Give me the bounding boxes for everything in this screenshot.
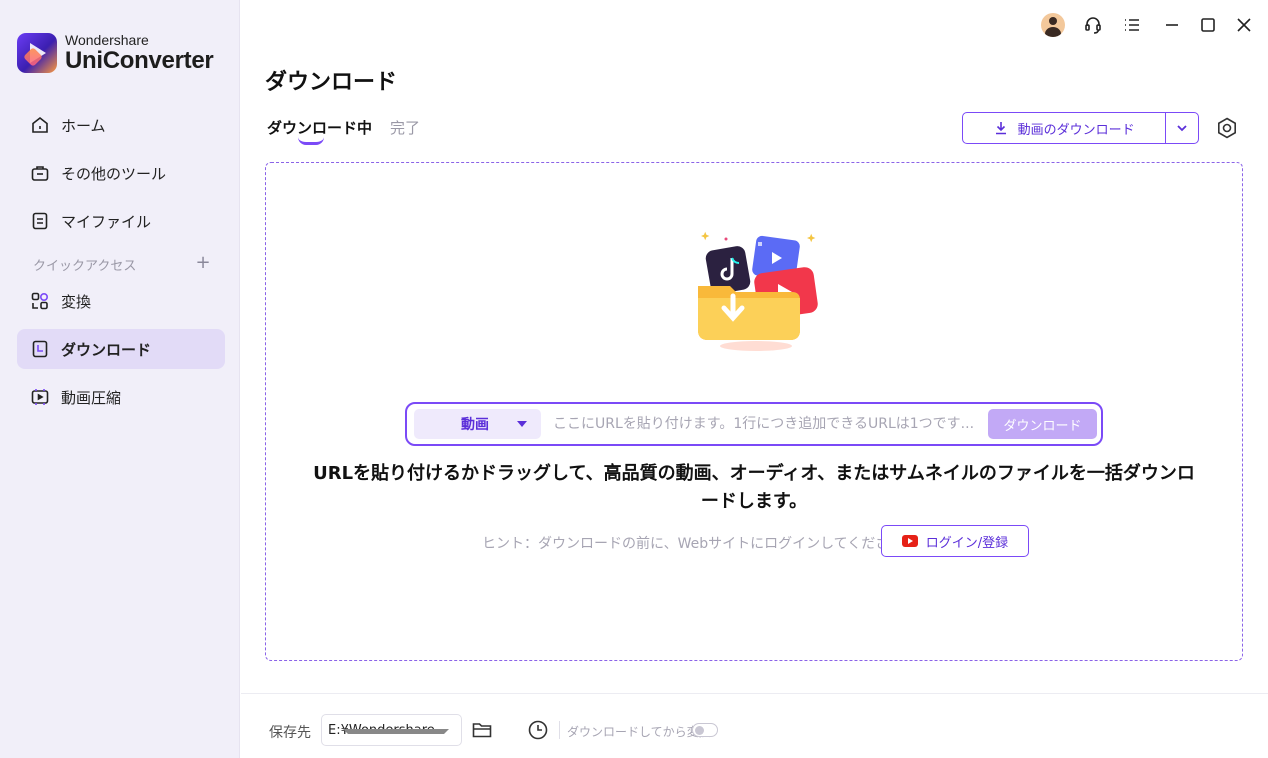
quick-access-label: クイックアクセス (33, 259, 137, 274)
sidebar-item-home[interactable]: ホーム (17, 105, 225, 145)
toolbox-icon (29, 162, 51, 184)
url-input-bar: 動画 ダウンロード (405, 402, 1103, 446)
download-options-dropdown[interactable] (1166, 113, 1198, 143)
file-icon (29, 210, 51, 232)
url-download-button[interactable]: ダウンロード (988, 409, 1097, 439)
sidebar-item-label: マイファイル (61, 212, 152, 231)
add-quick-access-button[interactable]: + (195, 252, 211, 273)
dropzone-headline: URLを貼り付けるかドラッグして、高品質の動画、オーディオ、またはサムネイルのフ… (313, 463, 1195, 512)
maximize-button[interactable] (1195, 12, 1221, 38)
chevron-down-icon (1177, 125, 1187, 132)
login-register-label: ログイン/登録 (925, 535, 1009, 551)
caret-down-icon (343, 729, 449, 734)
divider (559, 721, 560, 739)
folder-icon[interactable] (471, 719, 493, 741)
convert-after-download-toggle[interactable] (692, 723, 718, 737)
home-icon (29, 114, 51, 136)
sidebar-item-label: ダウンロード (61, 340, 152, 359)
media-type-select[interactable]: 動画 (414, 409, 541, 439)
download-icon (29, 338, 51, 360)
brand-company: Wondershare (65, 32, 149, 48)
download-arrow-icon (995, 122, 1006, 135)
menu-list-icon (1125, 19, 1139, 31)
save-location-label: 保存先 (269, 725, 311, 741)
minimize-button[interactable] (1159, 12, 1185, 38)
page-title: ダウンロード (265, 70, 398, 95)
video-download-button[interactable]: 動画のダウンロード (963, 113, 1167, 143)
sidebar-item-label: ホーム (61, 116, 106, 135)
headset-icon (1085, 17, 1101, 34)
close-icon (1237, 18, 1251, 32)
schedule-clock-icon[interactable] (527, 719, 549, 741)
maximize-icon (1201, 18, 1215, 32)
sidebar-item-label: 動画圧縮 (61, 388, 122, 407)
account-button[interactable] (1040, 12, 1066, 38)
sidebar: Wondershare UniConverter ホーム その他のツール マイフ… (0, 0, 240, 758)
uniconverter-logo-icon (17, 33, 57, 73)
tab-active-indicator (298, 137, 324, 145)
media-type-value: 動画 (461, 417, 489, 433)
youtube-icon (901, 535, 918, 547)
brand: Wondershare UniConverter (17, 32, 214, 74)
compress-icon (29, 386, 51, 408)
sidebar-item-compress[interactable]: 動画圧縮 (17, 377, 225, 417)
sidebar-item-convert[interactable]: 変換 (17, 281, 225, 321)
avatar (1041, 13, 1065, 37)
sidebar-item-download[interactable]: ダウンロード (17, 329, 225, 369)
tab-completed[interactable]: 完了 (390, 117, 420, 138)
download-illustration-icon (698, 231, 818, 351)
video-download-button-group: 動画のダウンロード (962, 112, 1199, 144)
login-register-button[interactable]: ログイン/登録 (881, 525, 1029, 557)
bottom-bar: 保存先 E:¥Wondershare UniConverter ダウンロードして… (241, 693, 1268, 758)
settings-gear-icon[interactable] (1215, 116, 1239, 140)
support-button[interactable] (1080, 12, 1106, 38)
login-hint: ヒント：ダウンロードの前に、Webサイトにログインしてください。 (482, 536, 918, 552)
convert-icon (29, 290, 51, 312)
brand-product: UniConverter (65, 47, 214, 74)
close-button[interactable] (1231, 12, 1257, 38)
caret-down-icon (517, 421, 527, 427)
save-path-select[interactable]: E:¥Wondershare UniConverter (321, 714, 462, 746)
tab-downloading[interactable]: ダウンロード中 (267, 117, 372, 138)
minimize-icon (1166, 24, 1178, 26)
sidebar-item-my-files[interactable]: マイファイル (17, 201, 225, 241)
sidebar-item-label: 変換 (61, 292, 92, 311)
sidebar-item-other-tools[interactable]: その他のツール (17, 153, 225, 193)
url-input[interactable] (553, 409, 981, 439)
video-download-label: 動画のダウンロード (1017, 122, 1135, 138)
sidebar-item-label: その他のツール (61, 164, 167, 183)
menu-button[interactable] (1119, 12, 1145, 38)
